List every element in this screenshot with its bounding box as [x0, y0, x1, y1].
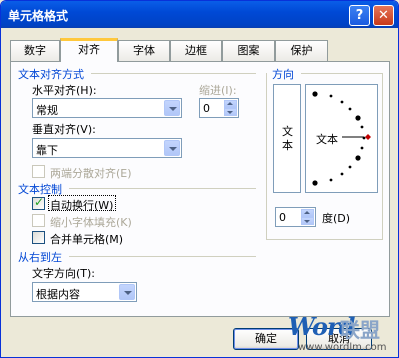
horizontal-align-label: 水平对齐(H):: [32, 84, 97, 97]
vertical-align-select[interactable]: 靠下: [32, 138, 182, 158]
distributed-checkbox[interactable]: [32, 165, 45, 178]
distributed-label: 两端分散对齐(E): [50, 167, 132, 180]
dial-dot: [348, 165, 352, 169]
dial-dot: [355, 115, 361, 121]
dial-dot: [312, 180, 318, 186]
text-alignment-group-label: 文本对齐方式: [18, 68, 84, 81]
dial-dot: [312, 91, 318, 97]
vertical-align-label: 垂直对齐(V):: [32, 123, 96, 136]
shrink-to-fit-label: 缩小字体填充(K): [50, 216, 132, 229]
watermark-logo: Word 联盟 www.wordlm.com: [288, 312, 398, 357]
indent-label: 缩进(I):: [199, 84, 237, 97]
tab-alignment[interactable]: 对齐: [60, 38, 118, 62]
tab-font[interactable]: 字体: [118, 40, 170, 61]
dial-dot: [360, 146, 364, 150]
text-direction-value: 根据内容: [36, 288, 80, 301]
rtl-group-label: 从右到左: [18, 251, 62, 264]
horizontal-align-select[interactable]: 常规: [32, 98, 182, 118]
horizontal-text: 文本: [316, 133, 338, 146]
dial-dot: [360, 125, 364, 129]
dial-pointer: [365, 134, 371, 140]
dial-dot: [340, 100, 344, 104]
merge-cells-label[interactable]: 合并单元格(M): [50, 231, 123, 247]
horizontal-align-value: 常规: [36, 104, 58, 117]
orientation-dial[interactable]: 文本: [305, 84, 378, 193]
group-divider: [91, 73, 256, 74]
tab-patterns[interactable]: 图案: [222, 40, 275, 61]
degree-label: 度(D): [322, 212, 351, 225]
vertical-text: 文本: [282, 125, 293, 152]
format-cells-dialog: 单元格格式 ? ✕ 数字 对齐 字体 边框 图案 保护 文本对齐方式 水平对齐(…: [0, 0, 399, 358]
indent-value: 0: [203, 102, 210, 115]
shrink-to-fit-checkbox[interactable]: [32, 214, 45, 227]
spin-up-icon[interactable]: [224, 100, 237, 108]
tab-number[interactable]: 数字: [10, 40, 60, 61]
watermark-url: www.wordlm.com: [298, 342, 387, 353]
indent-spinner[interactable]: 0: [199, 98, 239, 118]
help-button[interactable]: ?: [349, 5, 370, 26]
dial-dot: [348, 107, 352, 111]
dial-dot: [329, 178, 333, 182]
vertical-text-box[interactable]: 文本: [273, 84, 301, 193]
dial-dot: [340, 172, 344, 176]
spin-down-icon[interactable]: [301, 217, 314, 225]
group-divider: [301, 73, 383, 74]
alignment-panel: 文本对齐方式 水平对齐(H): 常规 缩进(I): 0 垂直对齐(V): 靠下 …: [10, 61, 390, 317]
chevron-down-icon[interactable]: [164, 140, 180, 156]
title-bar[interactable]: 单元格格式 ? ✕: [1, 1, 398, 28]
degree-spinner[interactable]: 0: [275, 207, 316, 227]
group-divider: [69, 188, 256, 189]
chevron-down-icon[interactable]: [164, 100, 180, 116]
text-direction-label: 文字方向(T):: [32, 267, 96, 280]
degree-value: 0: [279, 211, 286, 224]
tab-protection[interactable]: 保护: [275, 40, 328, 61]
wrap-text-checkbox[interactable]: [32, 195, 45, 210]
watermark-cn: 联盟: [340, 318, 380, 342]
chevron-down-icon[interactable]: [119, 284, 135, 300]
dial-dot: [355, 155, 361, 161]
spin-up-icon[interactable]: [301, 209, 314, 217]
tab-border[interactable]: 边框: [170, 40, 222, 61]
text-direction-select[interactable]: 根据内容: [32, 282, 137, 302]
window-title: 单元格格式: [8, 9, 69, 23]
close-button[interactable]: ✕: [373, 5, 394, 26]
merge-cells-checkbox[interactable]: [32, 231, 45, 244]
dial-dot: [329, 94, 333, 98]
group-divider: [69, 256, 256, 257]
spin-down-icon[interactable]: [224, 108, 237, 116]
wrap-text-label[interactable]: 自动换行(W): [50, 197, 113, 213]
vertical-align-value: 靠下: [36, 144, 58, 157]
